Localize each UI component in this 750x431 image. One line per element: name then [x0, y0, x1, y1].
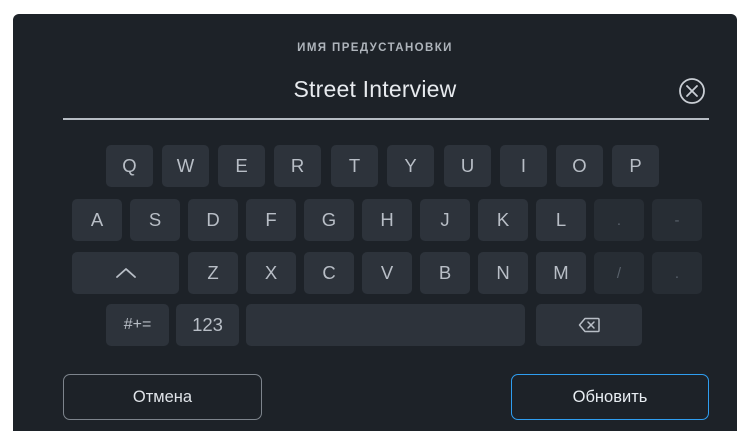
key-a[interactable]: A — [72, 199, 122, 241]
key-m[interactable]: M — [536, 252, 586, 294]
preset-name-dialog: ИМЯ ПРЕДУСТАНОВКИ Street Interview Q W E… — [13, 14, 737, 431]
key-r[interactable]: R — [274, 145, 321, 187]
chevron-up-icon — [115, 268, 136, 278]
update-button[interactable]: Обновить — [511, 374, 709, 420]
key-period-2: . — [652, 252, 702, 294]
key-c[interactable]: C — [304, 252, 354, 294]
key-dash: - — [652, 199, 702, 241]
key-slash: / — [594, 252, 644, 294]
input-underline — [63, 118, 709, 120]
key-w[interactable]: W — [162, 145, 209, 187]
key-i[interactable]: I — [500, 145, 547, 187]
cancel-button[interactable]: Отмена — [63, 374, 262, 420]
close-circle-icon — [679, 78, 705, 104]
key-z[interactable]: Z — [188, 252, 238, 294]
key-p[interactable]: P — [612, 145, 659, 187]
key-o[interactable]: O — [556, 145, 603, 187]
key-t[interactable]: T — [331, 145, 378, 187]
key-j[interactable]: J — [420, 199, 470, 241]
key-period: . — [594, 199, 644, 241]
backspace-key[interactable] — [536, 304, 642, 346]
key-v[interactable]: V — [362, 252, 412, 294]
space-key[interactable] — [246, 304, 525, 346]
key-n[interactable]: N — [478, 252, 528, 294]
key-l[interactable]: L — [536, 199, 586, 241]
key-h[interactable]: H — [362, 199, 412, 241]
key-e[interactable]: E — [218, 145, 265, 187]
key-s[interactable]: S — [130, 199, 180, 241]
key-f[interactable]: F — [246, 199, 296, 241]
preset-name-input[interactable]: Street Interview — [13, 76, 737, 103]
key-y[interactable]: Y — [387, 145, 434, 187]
clear-input-button[interactable] — [677, 76, 707, 106]
key-x[interactable]: X — [246, 252, 296, 294]
key-g[interactable]: G — [304, 199, 354, 241]
field-label: ИМЯ ПРЕДУСТАНОВКИ — [297, 42, 453, 54]
backspace-icon — [578, 317, 600, 333]
numbers-key[interactable]: 123 — [176, 304, 239, 346]
symbols-key[interactable]: #+= — [106, 304, 169, 346]
key-k[interactable]: K — [478, 199, 528, 241]
key-q[interactable]: Q — [106, 145, 153, 187]
key-u[interactable]: U — [444, 145, 491, 187]
key-d[interactable]: D — [188, 199, 238, 241]
shift-key[interactable] — [72, 252, 179, 294]
key-b[interactable]: B — [420, 252, 470, 294]
